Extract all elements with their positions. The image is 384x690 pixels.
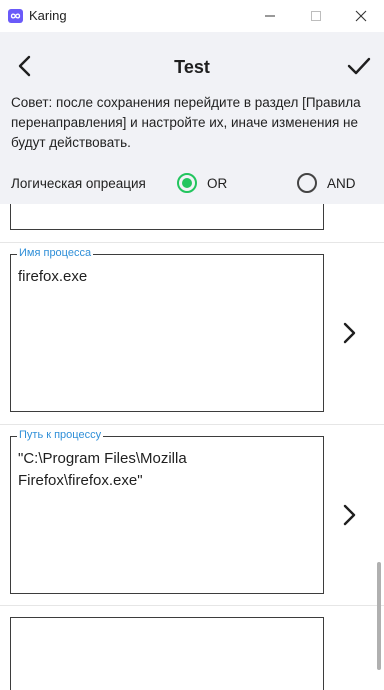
hint-text: Совет: после сохранения перейдите в разд… (11, 95, 361, 150)
divider (0, 605, 384, 606)
checkmark-icon (347, 57, 371, 75)
maximize-button[interactable] (306, 6, 326, 26)
divider (0, 424, 384, 425)
radio-or[interactable] (177, 173, 197, 193)
process-path-value[interactable]: "C:\Program Files\Mozilla Firefox\firefo… (18, 448, 314, 492)
page-title: Test (174, 57, 210, 77)
process-name-value[interactable]: firefox.exe (18, 266, 314, 288)
close-button[interactable] (351, 6, 371, 26)
process-name-open-button[interactable] (339, 321, 359, 345)
radio-and[interactable] (297, 173, 317, 193)
header-panel: Test Совет: после сохранения перейдите в… (0, 32, 384, 204)
rules-list[interactable]: Имя процесса firefox.exe Путь к процессу… (0, 204, 384, 690)
radio-or-label[interactable]: OR (207, 176, 227, 191)
radio-and-label[interactable]: AND (327, 176, 356, 191)
next-field-input[interactable] (10, 617, 324, 690)
process-name-legend: Имя процесса (17, 246, 94, 260)
process-path-open-button[interactable] (339, 503, 359, 527)
app-logo-icon (8, 9, 23, 23)
process-path-legend: Путь к процессу (17, 428, 104, 442)
minimize-button[interactable] (260, 6, 280, 26)
chevron-right-icon (343, 322, 356, 344)
save-button[interactable] (344, 52, 374, 80)
chevron-right-icon (343, 504, 356, 526)
process-name-field[interactable]: Имя процесса firefox.exe (10, 246, 324, 412)
previous-field-input[interactable] (10, 204, 324, 230)
window-title: Karing (29, 8, 67, 23)
logic-operation-label: Логическая опреация (11, 176, 146, 191)
window-titlebar: Karing (0, 0, 384, 32)
scrollbar-thumb[interactable] (377, 562, 381, 670)
divider (0, 242, 384, 243)
process-path-field[interactable]: Путь к процессу "C:\Program Files\Mozill… (10, 428, 324, 594)
